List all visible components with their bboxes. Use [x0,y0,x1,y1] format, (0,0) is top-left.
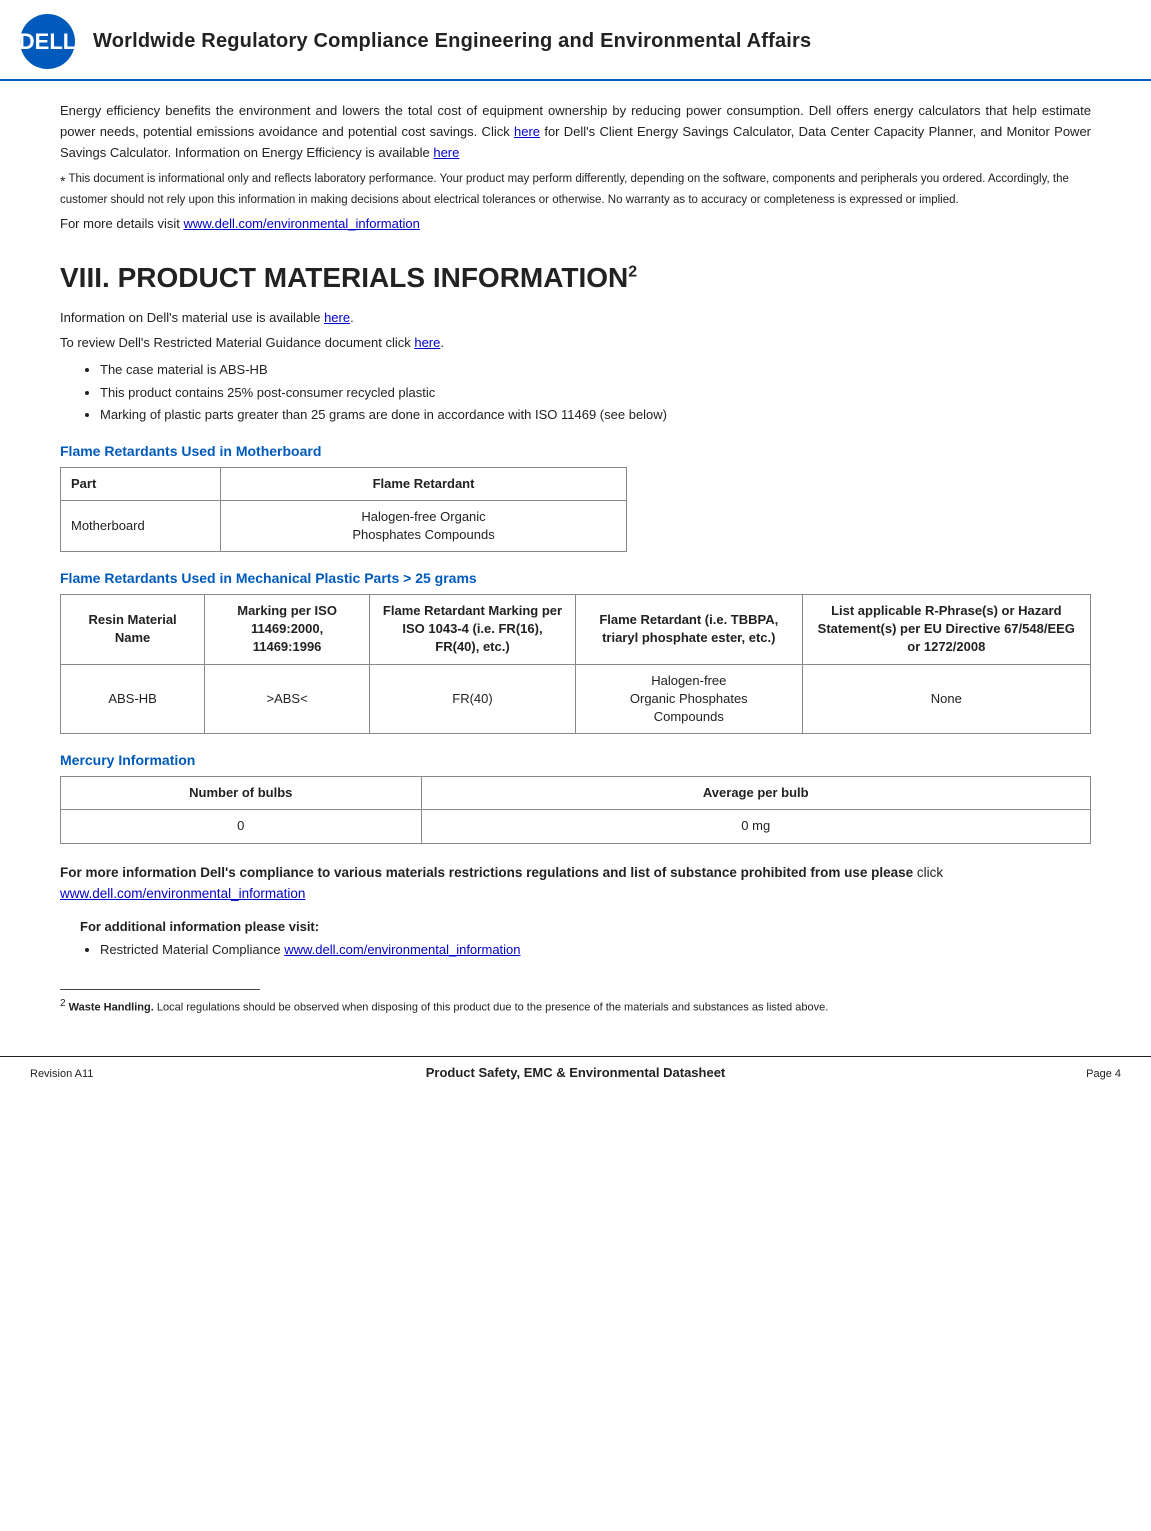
visit-line: For more details visit www.dell.com/envi… [60,214,1091,235]
content-area: Energy efficiency benefits the environme… [0,81,1151,1040]
fr2-row1-col1: ABS-HB [61,664,205,734]
mercury-row1-col2: 0 mg [421,810,1091,843]
info-line1: Information on Dell's material use is av… [60,308,1091,329]
additional-link[interactable]: www.dell.com/environmental_information [284,942,520,957]
fr2-col5-header: List applicable R-Phrase(s) or Hazard St… [802,595,1090,665]
table-row: Motherboard Halogen-free OrganicPhosphat… [61,500,627,551]
additional-heading: For additional information please visit: [80,919,1091,934]
fr1-col1-header: Part [61,467,221,500]
info-line2: To review Dell's Restricted Material Gui… [60,333,1091,354]
energy-calc-link[interactable]: here [514,124,540,139]
section8-heading: VIII. PRODUCT MATERIALS INFORMATION2 [60,262,1091,294]
footer-center-text: Product Safety, EMC & Environmental Data… [426,1065,726,1080]
fr1-row1-col2: Halogen-free OrganicPhosphates Compounds [221,500,627,551]
intro-paragraph: Energy efficiency benefits the environme… [60,101,1091,163]
fr2-col1-header: Resin Material Name [61,595,205,665]
restricted-material-link[interactable]: here [414,335,440,350]
mercury-col1-header: Number of bulbs [61,777,422,810]
bullet-item-2: This product contains 25% post-consumer … [100,383,1091,403]
page-header: DELL Worldwide Regulatory Compliance Eng… [0,0,1151,81]
compliance-link[interactable]: www.dell.com/environmental_information [60,886,305,901]
footnote-bottom: 2 Waste Handling. Local regulations shou… [60,996,1091,1016]
table-row: ABS-HB >ABS< FR(40) Halogen-freeOrganic … [61,664,1091,734]
energy-efficiency-link[interactable]: here [433,145,459,160]
material-use-link[interactable]: here [324,310,350,325]
header-title: Worldwide Regulatory Compliance Engineer… [93,30,811,53]
materials-bullets: The case material is ABS-HB This product… [100,360,1091,425]
fr-motherboard-heading: Flame Retardants Used in Motherboard [60,443,1091,459]
fr2-col4-header: Flame Retardant (i.e. TBBPA, triaryl pho… [575,595,802,665]
fr-motherboard-table: Part Flame Retardant Motherboard Halogen… [60,467,627,553]
fr2-row1-col3: FR(40) [369,664,575,734]
table-row: 0 0 mg [61,810,1091,843]
page: DELL Worldwide Regulatory Compliance Eng… [0,0,1151,1531]
svg-text:DELL: DELL [20,29,75,54]
mercury-table: Number of bulbs Average per bulb 0 0 mg [60,776,1091,843]
fr1-col2-header: Flame Retardant [221,467,627,500]
footer-revision: Revision A11 [30,1068,93,1080]
page-footer: Revision A11 Product Safety, EMC & Envir… [0,1056,1151,1088]
fr2-row1-col2: >ABS< [205,664,370,734]
footnote-divider [60,989,260,990]
visit-link[interactable]: www.dell.com/environmental_information [184,216,420,231]
fr2-col3-header: Flame Retardant Marking per ISO 1043-4 (… [369,595,575,665]
mercury-row1-col1: 0 [61,810,422,843]
bullet-item-3: Marking of plastic parts greater than 25… [100,405,1091,425]
mercury-col2-header: Average per bulb [421,777,1091,810]
additional-bullets: Restricted Material Compliance www.dell.… [100,940,1091,960]
dell-logo: DELL [20,14,75,69]
fr1-row1-col1: Motherboard [61,500,221,551]
fr2-row1-col5: None [802,664,1090,734]
bullet-item-1: The case material is ABS-HB [100,360,1091,380]
additional-bullet-1: Restricted Material Compliance www.dell.… [100,940,1091,960]
mercury-heading: Mercury Information [60,752,1091,768]
footer-page: Page 4 [1086,1068,1121,1080]
footnote-star-para: * This document is informational only an… [60,171,1091,209]
compliance-para: For more information Dell's compliance t… [60,862,1091,905]
fr2-col2-header: Marking per ISO 11469:2000, 11469:1996 [205,595,370,665]
fr2-row1-col4: Halogen-freeOrganic PhosphatesCompounds [575,664,802,734]
fr-plastic-heading: Flame Retardants Used in Mechanical Plas… [60,570,1091,586]
fr-plastic-table: Resin Material Name Marking per ISO 1146… [60,594,1091,734]
